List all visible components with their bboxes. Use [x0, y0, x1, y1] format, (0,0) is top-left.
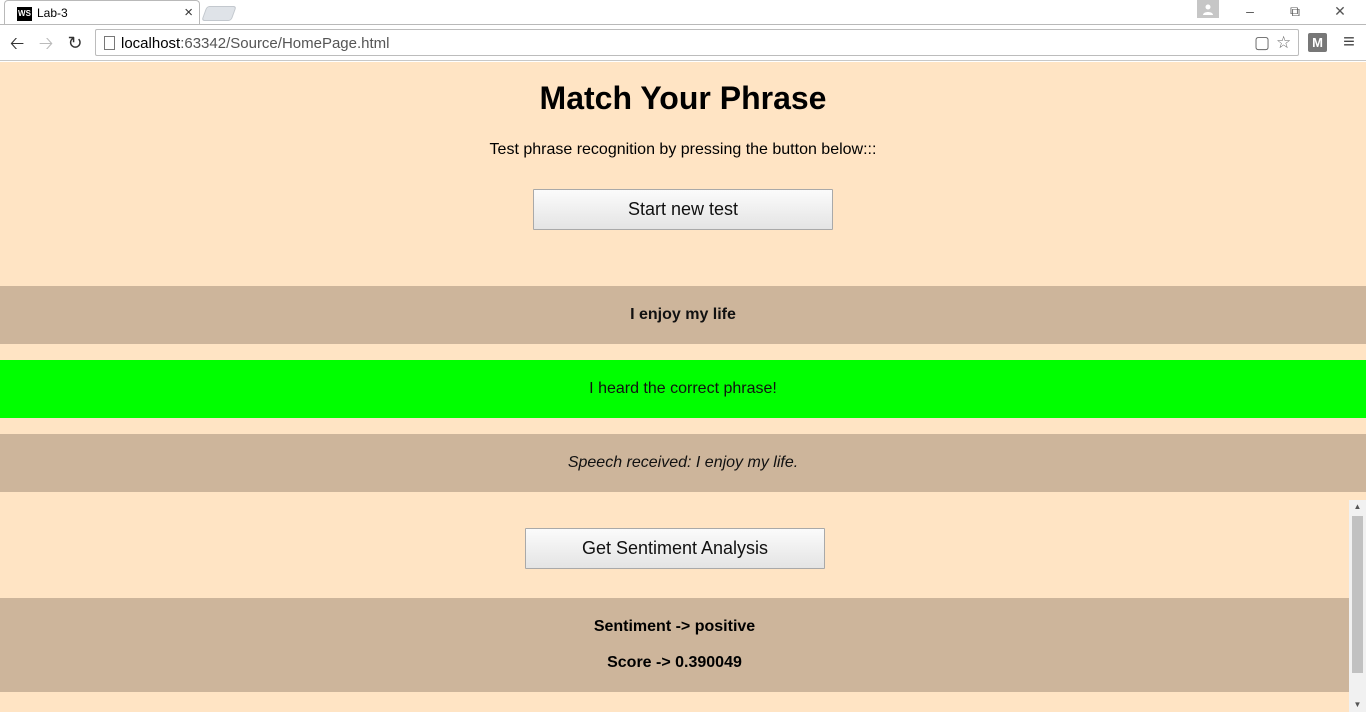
page-title: Match Your Phrase — [539, 80, 827, 116]
camera-icon[interactable]: ▢ — [1254, 34, 1270, 52]
address-bar[interactable]: localhost:63342/Source/HomePage.html ▢ ☆ — [95, 29, 1299, 56]
target-phrase-panel: I enjoy my life — [0, 286, 1366, 344]
reload-icon[interactable]: ↻ — [63, 31, 87, 55]
get-sentiment-analysis-button[interactable]: Get Sentiment Analysis — [525, 528, 825, 569]
speech-received-panel: Speech received: I enjoy my life. — [0, 434, 1366, 492]
match-status-panel: I heard the correct phrase! — [0, 360, 1366, 418]
tab-close-icon[interactable]: × — [184, 4, 193, 21]
page-viewport: Match Your Phrase Test phrase recognitio… — [0, 62, 1366, 712]
scrollbar-thumb[interactable] — [1352, 516, 1363, 673]
page-icon — [104, 36, 115, 50]
profile-avatar-icon[interactable] — [1197, 0, 1219, 18]
star-icon[interactable]: ☆ — [1276, 34, 1291, 52]
menu-icon[interactable]: ≡ — [1341, 31, 1357, 53]
restore-icon[interactable]: ⧉ — [1273, 0, 1317, 22]
vertical-scrollbar[interactable]: ▲ ▼ — [1349, 500, 1366, 712]
scroll-down-icon[interactable]: ▼ — [1349, 698, 1366, 712]
webstorm-favicon-icon: WS — [17, 7, 32, 21]
close-window-icon[interactable]: ✕ — [1318, 0, 1362, 22]
new-tab-button[interactable] — [201, 6, 237, 21]
back-arrow-icon[interactable]: 🡠 — [5, 31, 29, 55]
scroll-up-icon[interactable]: ▲ — [1349, 500, 1366, 514]
sentiment-label: Sentiment -> positive — [593, 618, 756, 635]
speech-received-text: Speech received: I enjoy my life. — [567, 454, 799, 471]
match-message: I heard the correct phrase! — [589, 380, 777, 397]
tab-title: Lab-3 — [37, 6, 68, 20]
extension-icon[interactable]: M — [1308, 33, 1327, 52]
browser-tab[interactable]: WS Lab-3 × — [4, 0, 200, 25]
start-new-test-button[interactable]: Start new test — [533, 189, 833, 230]
target-phrase: I enjoy my life — [630, 306, 736, 323]
tab-strip: WS Lab-3 × – ⧉ ✕ — [0, 0, 1366, 25]
score-label: Score -> 0.390049 — [607, 654, 742, 671]
forward-arrow-icon[interactable]: 🡢 — [34, 31, 58, 55]
browser-toolbar: 🡠 🡢 ↻ localhost:63342/Source/HomePage.ht… — [0, 25, 1366, 61]
sentiment-result-panel: Sentiment -> positive Score -> 0.390049 — [0, 598, 1349, 692]
url-text[interactable]: localhost:63342/Source/HomePage.html — [121, 35, 390, 52]
minimize-icon[interactable]: – — [1228, 0, 1272, 22]
page-subtitle: Test phrase recognition by pressing the … — [489, 141, 877, 158]
